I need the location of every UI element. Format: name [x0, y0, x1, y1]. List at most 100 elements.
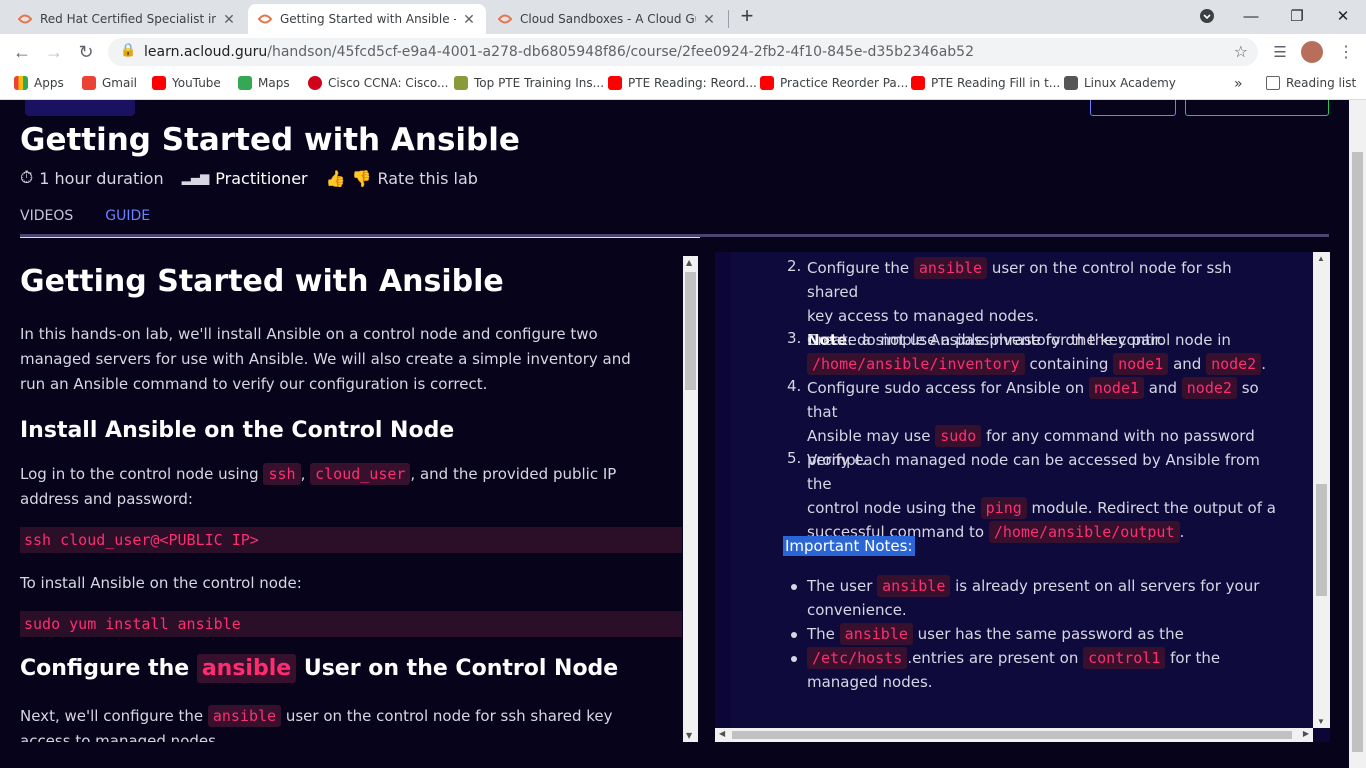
- scroll-right-icon[interactable]: ▶: [1303, 729, 1309, 738]
- hscrollbar-thumb[interactable]: [732, 731, 1292, 739]
- tab-guide[interactable]: GUIDE: [105, 208, 151, 237]
- tab-search-icon[interactable]: [1184, 0, 1230, 32]
- new-tab-button[interactable]: +: [725, 0, 769, 32]
- complete-lab-button[interactable]: [1185, 100, 1329, 116]
- profile-avatar[interactable]: [1300, 40, 1324, 64]
- configure-instructions: Next, we'll configure the ansible user o…: [20, 705, 613, 742]
- task-item-3: Create a simple Ansible inventory on the…: [807, 331, 1266, 375]
- maps-icon: [238, 76, 252, 90]
- bookmark-cisco[interactable]: Cisco CCNA: Cisco...: [308, 76, 448, 90]
- code-ssh: ssh: [263, 463, 301, 485]
- guide-heading: Getting Started with Ansible: [20, 264, 504, 299]
- login-instructions: Log in to the control node using ssh, cl…: [20, 463, 617, 508]
- bookmark-pte-training[interactable]: Top PTE Training Ins...: [454, 76, 604, 90]
- chrome-menu-icon[interactable]: ⋮: [1334, 40, 1358, 64]
- note-item-1: The user ansible is already present on a…: [807, 575, 1260, 619]
- bookmark-practice-reorder[interactable]: Practice Reorder Pa...: [760, 76, 908, 90]
- tab-videos[interactable]: VIDEOS: [20, 208, 73, 237]
- forward-icon[interactable]: →: [42, 40, 66, 64]
- page-title: Getting Started with Ansible: [20, 122, 520, 158]
- scroll-down-icon[interactable]: ▼: [1317, 717, 1325, 726]
- scroll-down-icon[interactable]: ▼: [686, 731, 692, 740]
- gmail-icon: [82, 76, 96, 90]
- instructions-vscrollbar[interactable]: ▲ ▼: [1313, 252, 1330, 728]
- lab-page: Getting Started with Ansible ⏱ 1 hour du…: [0, 100, 1366, 768]
- browser-tab[interactable]: Cloud Sandboxes - A Cloud Guru ✕: [488, 4, 726, 34]
- bookmarks-bar: Apps Gmail YouTube Maps Cisco CCNA: Cisc…: [0, 70, 1366, 100]
- scroll-up-icon[interactable]: ▲: [1317, 254, 1325, 263]
- thumbs-down-icon[interactable]: 👎: [352, 169, 372, 188]
- tab-title: Cloud Sandboxes - A Cloud Guru: [520, 12, 696, 26]
- scrollbar-thumb[interactable]: [1316, 484, 1327, 596]
- note-item-3: /etc/hosts entries are present on contro…: [807, 647, 1221, 691]
- close-tab-icon[interactable]: ✕: [462, 11, 476, 28]
- pte-icon: [454, 76, 468, 90]
- bookmark-pte-reading[interactable]: PTE Reading: Reord...: [608, 76, 757, 90]
- scrollbar-thumb[interactable]: [685, 272, 696, 390]
- bookmark-pte-fill[interactable]: PTE Reading Fill in t...: [911, 76, 1060, 90]
- scroll-left-icon[interactable]: ◀: [719, 729, 725, 738]
- guide-pane: Getting Started with Ansible In this han…: [0, 252, 700, 742]
- code-ansible: ansible: [196, 654, 297, 683]
- url-host: learn.acloud.guru: [144, 44, 268, 60]
- reading-list-icon: [1266, 76, 1280, 90]
- bookmark-linux-academy[interactable]: Linux Academy: [1064, 76, 1176, 90]
- guide-intro: In this hands-on lab, we'll install Ansi…: [20, 325, 631, 393]
- thumbs-up-icon[interactable]: 👍: [326, 169, 346, 188]
- page-scrollbar-thumb[interactable]: [1352, 152, 1363, 752]
- youtube-icon: [152, 76, 166, 90]
- acloudguru-favicon-icon: [18, 14, 32, 24]
- browser-tab-strip: Red Hat Certified Specialist in An ✕ Get…: [0, 0, 1366, 34]
- address-bar[interactable]: 🔒 learn.acloud.guru/handson/45fcd5cf-e9a…: [108, 38, 1258, 66]
- bookmark-star-icon[interactable]: ☆: [1234, 42, 1248, 61]
- install-heading: Install Ansible on the Control Node: [20, 418, 455, 443]
- apps-grid-icon: [14, 76, 28, 90]
- minimize-icon[interactable]: —: [1228, 0, 1274, 32]
- tab-title: Getting Started with Ansible - A C: [280, 12, 456, 26]
- acloudguru-favicon-icon: [258, 14, 272, 24]
- youtube-icon: [760, 76, 774, 90]
- browser-tab[interactable]: Red Hat Certified Specialist in An ✕: [8, 4, 246, 34]
- end-lab-button[interactable]: [1090, 100, 1176, 116]
- close-tab-icon[interactable]: ✕: [702, 11, 716, 28]
- level-bars-icon: ▂▄▆: [181, 171, 210, 185]
- close-tab-icon[interactable]: ✕: [222, 11, 236, 28]
- level-label: Practitioner: [215, 168, 308, 188]
- back-icon[interactable]: ←: [10, 40, 34, 64]
- task-item-5: Verify each managed node can be accessed…: [807, 451, 1276, 543]
- lock-icon: 🔒: [120, 43, 137, 58]
- youtube-icon: [911, 76, 925, 90]
- acloudguru-favicon-icon: [498, 14, 512, 24]
- youtube-icon: [608, 76, 622, 90]
- lab-tabs: VIDEOS GUIDE: [20, 208, 182, 237]
- bookmark-maps[interactable]: Maps: [238, 76, 290, 90]
- browser-tab-active[interactable]: Getting Started with Ansible - A C ✕: [248, 4, 486, 34]
- reading-list-icon[interactable]: ☰: [1268, 40, 1292, 64]
- stopwatch-icon: ⏱: [20, 168, 34, 188]
- important-notes-heading: Important Notes:: [783, 536, 915, 556]
- restore-icon[interactable]: ❐: [1274, 0, 1320, 32]
- close-window-icon[interactable]: ✕: [1320, 0, 1366, 32]
- linux-academy-icon: [1064, 76, 1078, 90]
- url-path: /handson/45fcd5cf-e9a4-4001-a278-db68059…: [267, 44, 974, 60]
- reading-list-button[interactable]: Reading list: [1266, 76, 1356, 90]
- page-scrollbar[interactable]: [1349, 100, 1366, 768]
- cisco-icon: [308, 76, 322, 90]
- code-cloud-user: cloud_user: [310, 463, 411, 485]
- bookmark-gmail[interactable]: Gmail: [82, 76, 137, 90]
- bookmark-youtube[interactable]: YouTube: [152, 76, 221, 90]
- rate-label[interactable]: Rate this lab: [377, 169, 477, 188]
- code-ansible: ansible: [207, 705, 282, 727]
- more-bookmarks-icon[interactable]: »: [1234, 76, 1243, 92]
- configure-heading: Configure the ansible User on the Contro…: [20, 654, 619, 683]
- bookmark-apps[interactable]: Apps: [14, 76, 64, 90]
- tab-title: Red Hat Certified Specialist in An: [40, 12, 216, 26]
- instructions-hscrollbar[interactable]: ◀ ▶: [715, 728, 1313, 742]
- install-instructions: To install Ansible on the control node:: [20, 574, 302, 592]
- scroll-up-icon[interactable]: ▲: [686, 258, 692, 267]
- ssh-command-block: ssh cloud_user@<PUBLIC IP>: [20, 527, 682, 553]
- install-command-block: sudo yum install ansible: [20, 611, 682, 637]
- guide-scrollbar[interactable]: ▲ ▼: [683, 256, 698, 742]
- lab-meta: ⏱ 1 hour duration ▂▄▆ Practitioner 👍 👎 R…: [20, 168, 484, 188]
- reload-icon[interactable]: ↻: [74, 40, 98, 64]
